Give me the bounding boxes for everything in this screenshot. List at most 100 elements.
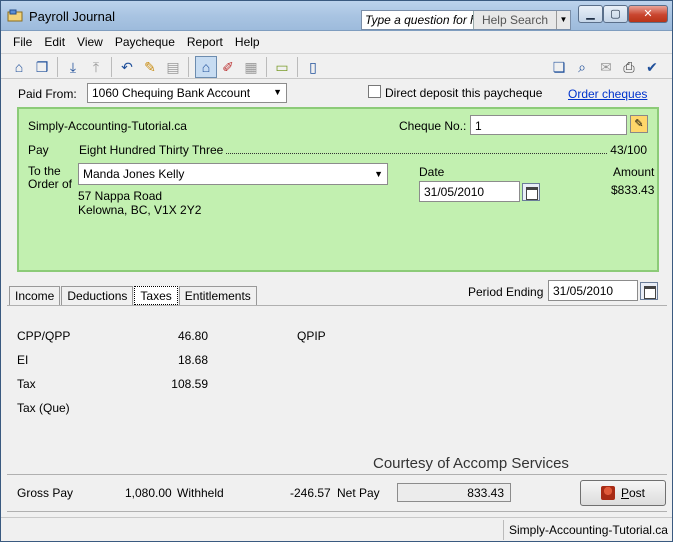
paid-from-value: 1060 Chequing Bank Account (92, 86, 251, 100)
search-icon[interactable]: ⌕ (573, 58, 591, 76)
minimize-icon[interactable]: ▁ (578, 5, 603, 23)
post-button[interactable]: Post (580, 480, 666, 506)
cheque-area: Simply-Accounting-Tutorial.ca Cheque No.… (17, 107, 659, 272)
cheque-amount: $833.43 (611, 183, 655, 197)
save-icon[interactable]: ⤓ (64, 58, 82, 76)
copy-icon[interactable]: ❏ (550, 58, 568, 76)
tab-taxes[interactable]: Taxes (134, 286, 178, 305)
pay-amount-line: Eight Hundred Thirty Three 43/100 (79, 143, 647, 157)
period-ending-input[interactable]: 31/05/2010 (548, 280, 638, 301)
toolbar-separator (57, 57, 58, 77)
status-divider (503, 520, 504, 540)
paid-from-select[interactable]: 1060 Chequing Bank Account ▼ (87, 83, 287, 103)
tab-income[interactable]: Income (9, 286, 61, 305)
home-icon[interactable]: ⌂ (10, 58, 28, 76)
gross-pay-value: 1,080.00 (125, 486, 172, 500)
amount-label: Amount (613, 165, 655, 179)
menu-paycheque[interactable]: Paycheque (109, 35, 181, 49)
toolbar-separator (111, 57, 112, 77)
lookup-icon[interactable]: ▤ (164, 58, 182, 76)
cheque-number-input[interactable]: 1 (470, 115, 627, 135)
taxes-panel: CPP/QPP 46.80 EI 18.68 Tax 108.59 Tax (Q… (7, 305, 667, 473)
menu-file[interactable]: File (7, 35, 38, 49)
payee-name: Manda Jones Kelly (83, 167, 185, 181)
tax-row-label: Tax (17, 377, 36, 391)
calendar-icon[interactable] (522, 183, 540, 201)
chevron-down-icon: ▼ (273, 87, 282, 97)
upload-icon[interactable]: ⤒ (87, 58, 105, 76)
company-name: Simply-Accounting-Tutorial.ca (28, 119, 187, 133)
device-icon[interactable]: ▯ (304, 58, 322, 76)
toolbar-separator (266, 57, 267, 77)
window-title: Payroll Journal (29, 9, 115, 24)
tax-row-label: EI (17, 353, 29, 367)
tax-row-label: CPP/QPP (17, 329, 71, 343)
order-cheques-link[interactable]: Order cheques (568, 87, 647, 101)
track-icon[interactable]: ✐ (219, 58, 237, 76)
pay-label: Pay (28, 143, 49, 157)
period-ending-label: Period Ending (468, 285, 544, 299)
menu-bar: File Edit View Paycheque Report Help (1, 32, 672, 52)
status-bar: Simply-Accounting-Tutorial.ca (1, 517, 672, 541)
qpip-label: QPIP (297, 329, 326, 343)
totals-bar: Gross Pay 1,080.00 Withheld -246.57 Net … (7, 474, 667, 512)
undo-icon[interactable]: ↶ (118, 58, 136, 76)
print-icon[interactable]: ⎙ (620, 58, 638, 76)
check-icon[interactable]: ✔ (643, 58, 661, 76)
address-line1: 57 Nappa Road (78, 189, 163, 203)
cheque-number-label: Cheque No.: (399, 119, 467, 133)
tag-icon[interactable]: ✎ (141, 58, 159, 76)
stamp-icon (600, 486, 615, 500)
calendar-icon[interactable] (640, 282, 658, 300)
help-question-input[interactable]: Type a question for help (362, 11, 474, 29)
restore-window-icon[interactable]: ❐ (33, 58, 51, 76)
menu-view[interactable]: View (71, 35, 109, 49)
chevron-down-icon: ▼ (374, 169, 383, 179)
gross-pay-label: Gross Pay (17, 486, 74, 500)
tab-deductions[interactable]: Deductions (61, 286, 134, 305)
menu-report[interactable]: Report (181, 35, 229, 49)
tab-strip: Income Deductions Taxes Entitlements (9, 286, 258, 305)
toolbar: ⌂ ❐ ⤓ ⤒ ↶ ✎ ▤ ⌂ ✐ ▦ ▭ ▯ ❏ ⌕ ✉ ⎙ ✔ (1, 53, 672, 79)
tax-row-value: 108.59 (171, 377, 208, 391)
journal-icon[interactable]: ⌂ (195, 56, 217, 78)
toolbar-separator (188, 57, 189, 77)
tax-row-value: 18.68 (177, 353, 208, 367)
post-button-label: Post (620, 486, 646, 500)
email-icon[interactable]: ✉ (597, 58, 615, 76)
date-label: Date (419, 165, 445, 179)
menu-edit[interactable]: Edit (38, 35, 71, 49)
direct-deposit-checkbox[interactable] (368, 85, 381, 98)
address-line2: Kelowna, BC, V1X 2Y2 (78, 203, 202, 217)
paid-from-label: Paid From: (18, 87, 77, 101)
tax-row-value: 46.80 (177, 329, 208, 343)
pay-words: Eight Hundred Thirty Three (79, 143, 224, 157)
recall-icon[interactable]: ▭ (273, 58, 291, 76)
close-icon[interactable]: ✕ (628, 5, 668, 23)
help-search-button[interactable]: Help Search (473, 11, 557, 29)
chevron-down-icon[interactable]: ▼ (557, 11, 570, 29)
withheld-label: Withheld (177, 486, 224, 500)
pencil-icon[interactable]: ✎ (630, 115, 648, 133)
net-pay-label: Net Pay (337, 486, 380, 500)
withheld-value: -246.57 (290, 486, 331, 500)
net-pay-value: 833.43 (397, 483, 511, 502)
courtesy-watermark: Courtesy of Accomp Services (373, 455, 569, 472)
maximize-icon[interactable]: ▢ (603, 5, 628, 23)
pay-dotted-line (226, 146, 608, 154)
calculator-icon[interactable]: ▦ (242, 58, 260, 76)
direct-deposit-label: Direct deposit this paycheque (385, 86, 543, 100)
tax-row-label: Tax (Que) (17, 401, 70, 415)
help-search-box[interactable]: Type a question for help Help Search ▼ (361, 10, 571, 30)
app-icon (7, 9, 23, 22)
pay-cents: 43/100 (610, 143, 647, 157)
status-text: Simply-Accounting-Tutorial.ca (509, 523, 668, 537)
payee-select[interactable]: Manda Jones Kelly ▼ (78, 163, 388, 185)
payee-address: 57 Nappa Road Kelowna, BC, V1X 2Y2 (78, 189, 201, 217)
payroll-journal-window: Payroll Journal Type a question for help… (0, 0, 673, 542)
menu-help[interactable]: Help (229, 35, 266, 49)
tab-entitlements[interactable]: Entitlements (178, 286, 257, 305)
order-of-label: To the Order of (28, 165, 73, 191)
order-of-line2: Order of (28, 177, 73, 191)
cheque-date-input[interactable]: 31/05/2010 (419, 181, 520, 202)
